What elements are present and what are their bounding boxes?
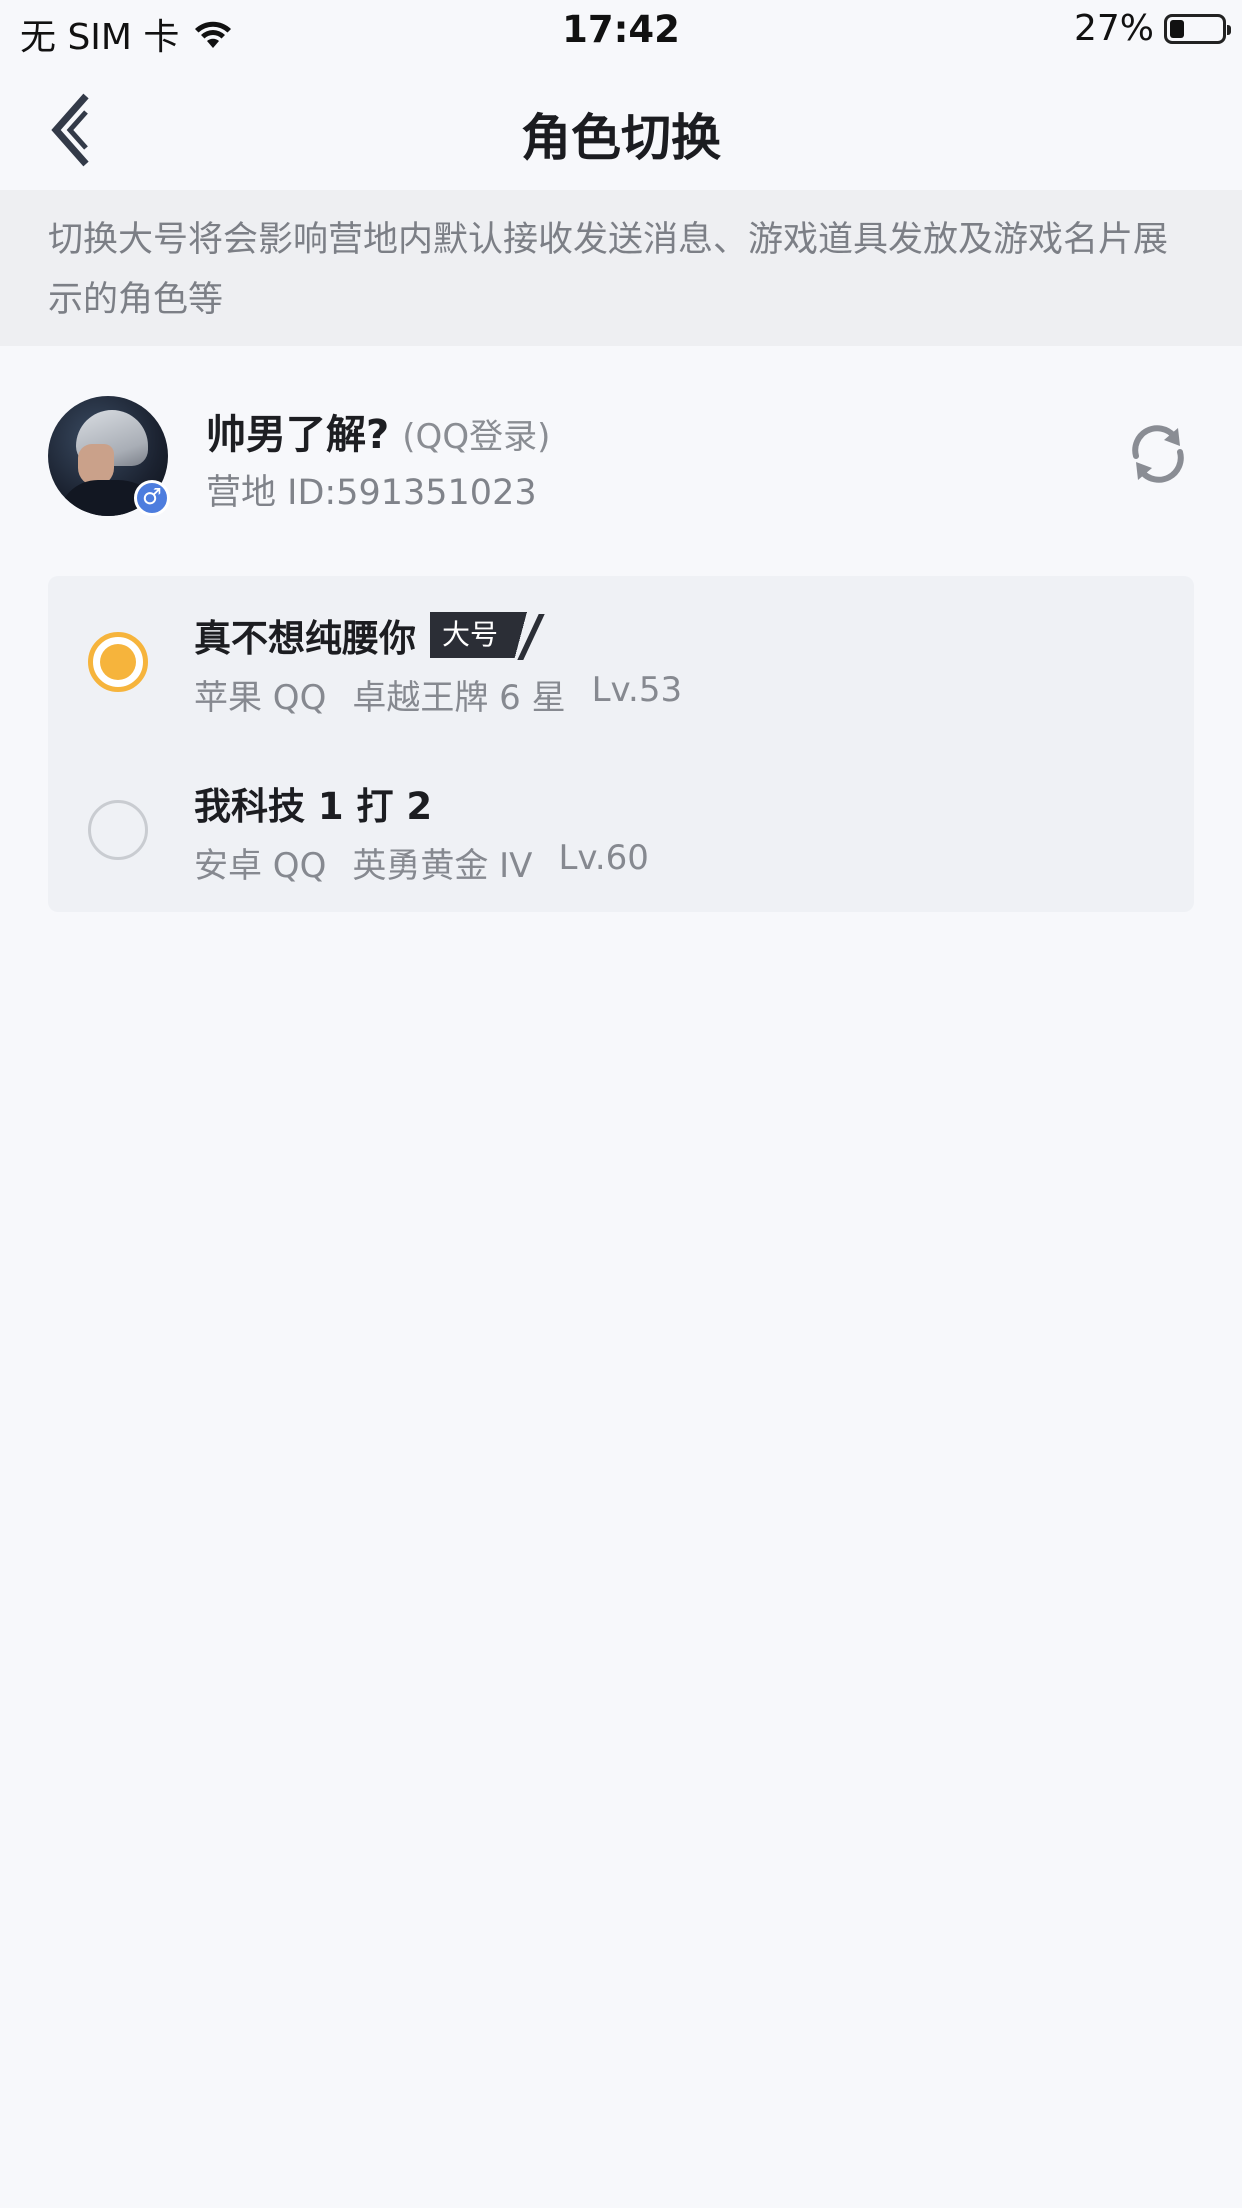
battery-icon xyxy=(1164,13,1231,44)
refresh-button[interactable] xyxy=(1126,422,1190,486)
profile-header: ♂ 帅男了解? (QQ登录) 营地 ID:591351023 xyxy=(0,392,1242,522)
login-type: (QQ登录) xyxy=(402,417,551,457)
notice-banner: 切换大号将会影响营地内默认接收发送消息、游戏道具发放及游戏名片展示的角色等 xyxy=(0,190,1242,346)
battery-percent: 27% xyxy=(1073,8,1154,49)
profile-name: 帅男了解? xyxy=(206,412,390,458)
roles-list: 真不想纯腰你 大号 苹果 QQ 卓越王牌 6 星 Lv.53 我科技 1 打 2… xyxy=(48,576,1194,912)
role-rank: 卓越王牌 6 星 xyxy=(352,678,566,718)
notice-text: 切换大号将会影响营地内默认接收发送消息、游戏道具发放及游戏名片展示的角色等 xyxy=(48,220,1169,320)
page-title: 角色切换 xyxy=(521,109,721,167)
role-platform: 苹果 QQ xyxy=(194,678,327,718)
profile-name-line: 帅男了解? (QQ登录) xyxy=(206,402,550,460)
nav-bar: 角色切换 xyxy=(0,70,1242,190)
radio-unselected[interactable] xyxy=(88,800,148,860)
battery-level xyxy=(1170,19,1184,38)
role-name: 我科技 1 打 2 xyxy=(194,785,433,828)
status-right: 27% xyxy=(1073,8,1231,49)
role-level: Lv.53 xyxy=(591,670,683,710)
role-name-line: 真不想纯腰你 大号 xyxy=(194,608,543,662)
role-name-line: 我科技 1 打 2 xyxy=(194,776,432,830)
role-rank: 英勇黄金 IV xyxy=(352,846,533,886)
role-item-alt[interactable]: 我科技 1 打 2 安卓 QQ 英勇黄金 IV Lv.60 xyxy=(48,756,1194,906)
role-meta: 苹果 QQ 卓越王牌 6 星 Lv.53 xyxy=(194,670,682,719)
role-platform: 安卓 QQ xyxy=(194,846,327,886)
main-account-badge: 大号 xyxy=(430,612,543,658)
radio-dot xyxy=(100,644,136,680)
male-gender-icon: ♂ xyxy=(134,480,170,516)
radio-selected[interactable] xyxy=(88,632,148,692)
role-name: 真不想纯腰你 xyxy=(194,617,416,660)
camp-id: 营地 ID:591351023 xyxy=(206,473,537,513)
status-time: 17:42 xyxy=(562,8,680,51)
role-level: Lv.60 xyxy=(558,838,649,878)
role-meta: 安卓 QQ 英勇黄金 IV Lv.60 xyxy=(194,838,649,887)
status-bar: 无 SIM 卡 17:42 27% xyxy=(0,0,1242,62)
refresh-icon xyxy=(1132,425,1184,483)
role-item-main[interactable]: 真不想纯腰你 大号 苹果 QQ 卓越王牌 6 星 Lv.53 xyxy=(48,588,1194,738)
